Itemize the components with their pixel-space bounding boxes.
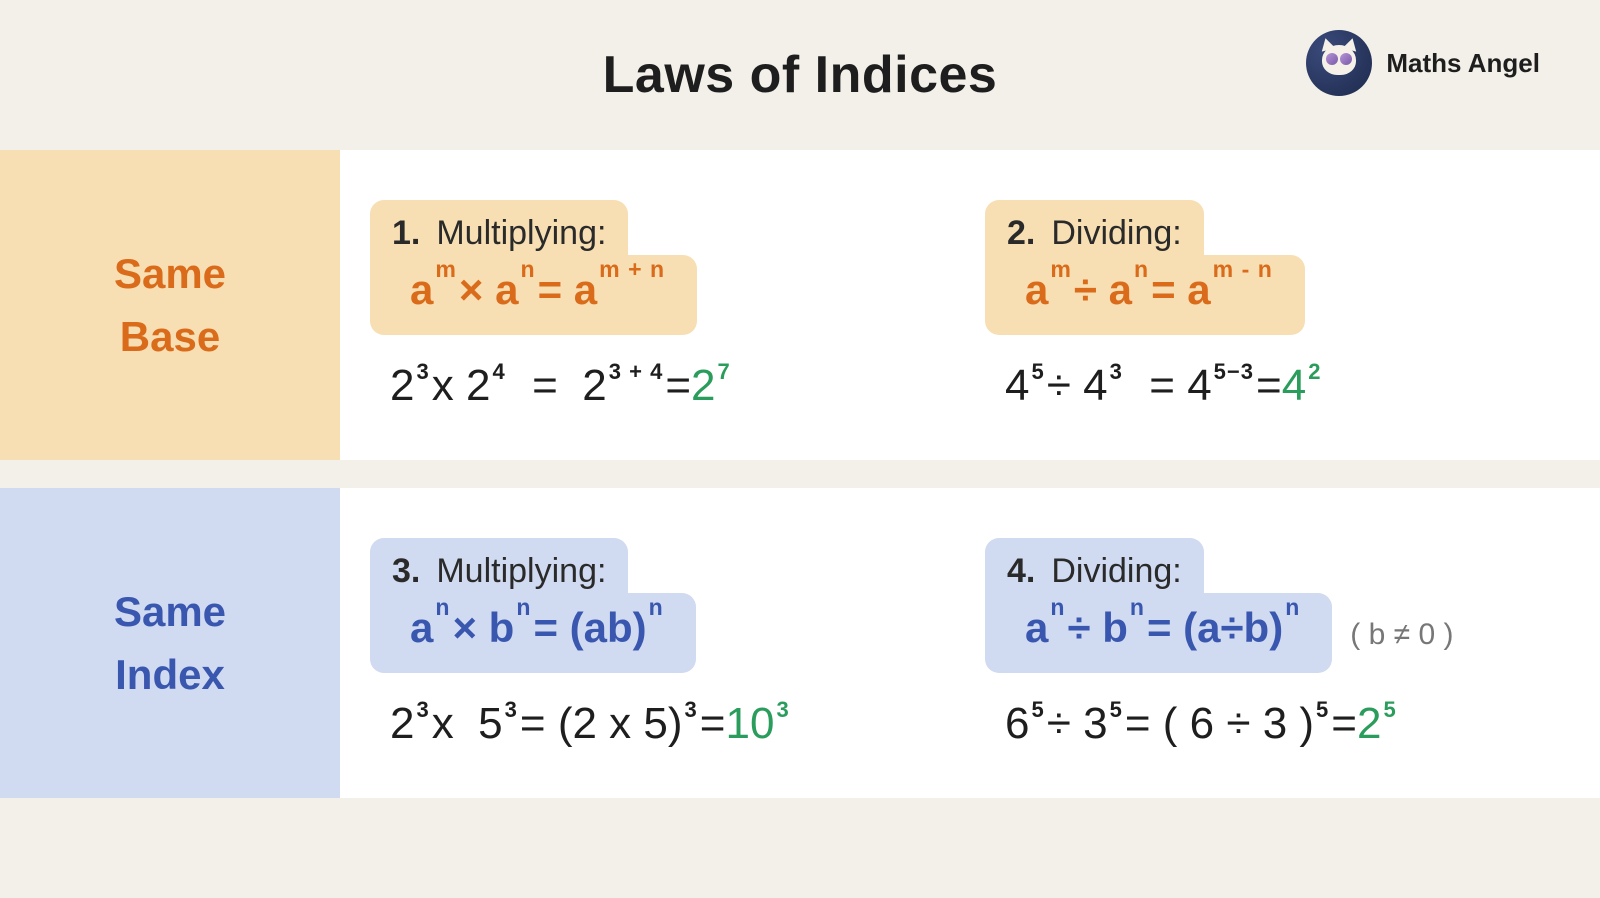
law-4-dividing: 4. Dividing: an ÷ bn = (a÷b)n ( b ≠ 0 ) …: [985, 512, 1560, 774]
law-number: 4.: [1007, 552, 1035, 591]
row-label-line1: Same: [114, 580, 226, 643]
law-example: 65 ÷ 35 = ( 6 ÷ 3 )5 = 25: [985, 699, 1560, 749]
law-name: Dividing:: [1051, 214, 1181, 253]
row-label-same-base: Same Base: [0, 150, 340, 460]
law-header: 2. Dividing:: [985, 200, 1204, 259]
row-content: 1. Multiplying: am × an = am + n 23 x 24…: [340, 150, 1600, 460]
law-name: Multiplying:: [436, 214, 606, 253]
law-number: 1.: [392, 214, 420, 253]
law-example: 45 ÷ 43 = 45−3 = 42: [985, 361, 1560, 411]
law-example: 23 x 24 = 23 + 4 = 27: [370, 361, 945, 411]
law-header: 1. Multiplying:: [370, 200, 628, 259]
row-label-line2: Base: [120, 305, 220, 368]
law-name: Multiplying:: [436, 552, 606, 591]
law-header: 3. Multiplying:: [370, 538, 628, 597]
law-formula: am × an = am + n: [370, 255, 697, 335]
row-content: 3. Multiplying: an × bn = (ab)n 23 x 53 …: [340, 488, 1600, 798]
law-number: 2.: [1007, 214, 1035, 253]
row-label-line2: Index: [115, 643, 225, 706]
law-formula: an × bn = (ab)n: [370, 593, 696, 673]
brand-logo-icon: [1306, 30, 1372, 96]
header: Laws of Indices Maths Angel: [0, 0, 1600, 150]
brand-name: Maths Angel: [1386, 48, 1540, 79]
page-title: Laws of Indices: [603, 45, 998, 105]
row-same-index: Same Index 3. Multiplying: an × bn = (ab…: [0, 488, 1600, 798]
law-header: 4. Dividing:: [985, 538, 1204, 597]
row-separator: [0, 460, 1600, 488]
content-rows: Same Base 1. Multiplying: am × an = am +…: [0, 150, 1600, 798]
law-note: ( b ≠ 0 ): [1350, 618, 1453, 652]
brand: Maths Angel: [1306, 30, 1540, 96]
law-formula: an ÷ bn = (a÷b)n: [985, 593, 1332, 673]
law-3-multiplying: 3. Multiplying: an × bn = (ab)n 23 x 53 …: [370, 512, 945, 774]
row-same-base: Same Base 1. Multiplying: am × an = am +…: [0, 150, 1600, 460]
law-number: 3.: [392, 552, 420, 591]
law-formula: am ÷ an = am - n: [985, 255, 1305, 335]
law-name: Dividing:: [1051, 552, 1181, 591]
law-1-multiplying: 1. Multiplying: am × an = am + n 23 x 24…: [370, 174, 945, 436]
row-label-line1: Same: [114, 242, 226, 305]
row-label-same-index: Same Index: [0, 488, 340, 798]
law-example: 23 x 53 = (2 x 5)3 = 103: [370, 699, 945, 749]
law-2-dividing: 2. Dividing: am ÷ an = am - n 45 ÷ 43 = …: [985, 174, 1560, 436]
